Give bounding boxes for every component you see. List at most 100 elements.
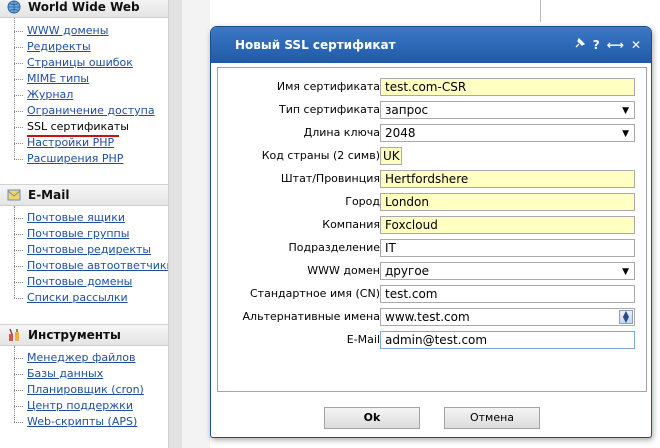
pin-icon[interactable] xyxy=(574,37,586,52)
sidebar-item-label[interactable]: Настройки PHP xyxy=(27,136,114,149)
sidebar-item-label[interactable]: Журнал xyxy=(27,88,73,101)
cert-name-input[interactable]: test.com-CSR xyxy=(380,78,635,96)
cancel-button[interactable]: Отмена xyxy=(444,407,540,429)
cert-type-select[interactable]: запрос ▼ xyxy=(380,101,635,119)
chevron-down-icon: ▼ xyxy=(622,129,629,139)
sidebar: World Wide Web WWW домены Редиректы Стра… xyxy=(0,0,174,448)
sidebar-item-databases[interactable]: Базы данных xyxy=(14,366,168,382)
form-row-cert-type: Тип сертификата запрос ▼ xyxy=(218,101,646,119)
sidebar-item-label[interactable]: SSL сертификаты xyxy=(27,120,129,133)
chevron-down-icon: ▼ xyxy=(622,106,629,116)
sidebar-item-ssl-certificates[interactable]: SSL сертификаты xyxy=(14,119,168,137)
sidebar-item-label[interactable]: Списки рассылки xyxy=(27,291,128,304)
sidebar-item-redirects[interactable]: Редиректы xyxy=(14,39,168,55)
sidebar-section-header-www[interactable]: World Wide Web xyxy=(0,0,168,18)
common-name-input[interactable]: test.com xyxy=(380,285,635,303)
sidebar-item-cron[interactable]: Планировщик (cron) xyxy=(14,382,168,398)
field-label: Город xyxy=(345,195,380,208)
sidebar-item-error-pages[interactable]: Страницы ошибок xyxy=(14,55,168,71)
field-label: Альтернативные имена xyxy=(242,310,380,323)
field-label: WWW домен xyxy=(307,264,380,277)
sidebar-item-label[interactable]: Редиректы xyxy=(27,40,91,53)
sidebar-item-journal[interactable]: Журнал xyxy=(14,87,168,103)
sidebar-item-mailboxes[interactable]: Почтовые ящики xyxy=(14,210,168,226)
key-length-select[interactable]: 2048 ▼ xyxy=(380,124,635,142)
sidebar-item-label[interactable]: Базы данных xyxy=(27,367,103,380)
department-input[interactable]: IT xyxy=(380,239,635,257)
sidebar-item-label[interactable]: Планировщик (cron) xyxy=(27,383,144,396)
sidebar-item-label[interactable]: Почтовые домены xyxy=(27,275,132,288)
form-row-cert-name: Имя сертификата test.com-CSR xyxy=(218,78,646,96)
sidebar-section-tools: Инструменты Менеджер файлов Базы данных … xyxy=(0,324,168,430)
tools-icon xyxy=(6,327,22,343)
chevron-down-icon: ▼ xyxy=(622,267,629,277)
sidebar-item-label[interactable]: Web-скрипты (APS) xyxy=(27,415,137,428)
form-row-alt-names: Альтернативные имена www.test.com ▲ ▼ xyxy=(218,308,646,326)
sidebar-item-label[interactable]: Ограничение доступа xyxy=(27,104,155,117)
resize-icon[interactable]: ⟷ xyxy=(607,38,624,52)
sidebar-item-support-center[interactable]: Центр поддержки xyxy=(14,398,168,414)
state-input[interactable]: Hertfordshere xyxy=(380,170,635,188)
dialog-header[interactable]: Новый SSL сертификат ? ⟷ ✕ xyxy=(211,27,651,63)
field-label: Компания xyxy=(322,218,380,231)
select-value: запрос xyxy=(385,103,429,117)
form-row-common-name: Стандартное имя (CN) test.com xyxy=(218,285,646,303)
city-input[interactable]: London xyxy=(380,193,635,211)
email-input[interactable]: admin@test.com xyxy=(380,331,635,349)
alt-names-input[interactable]: www.test.com ▲ ▼ xyxy=(380,308,635,326)
sidebar-item-label[interactable]: Почтовые группы xyxy=(27,227,129,240)
sidebar-item-php-extensions[interactable]: Расширения PHP xyxy=(14,151,168,167)
company-input[interactable]: Foxcloud xyxy=(380,216,635,234)
sidebar-item-mail-domains[interactable]: Почтовые домены xyxy=(14,274,168,290)
sidebar-section-www: World Wide Web WWW домены Редиректы Стра… xyxy=(0,0,168,167)
sidebar-item-label[interactable]: Менеджер файлов xyxy=(27,351,136,364)
sidebar-section-title: World Wide Web xyxy=(28,0,140,14)
sidebar-item-mime-types[interactable]: MIME типы xyxy=(14,71,168,87)
sidebar-item-label[interactable]: Почтовые автоответчики xyxy=(27,259,174,272)
www-domain-select[interactable]: другое ▼ xyxy=(380,262,635,280)
sidebar-section-header-email[interactable]: E-Mail xyxy=(0,184,168,206)
form-row-city: Город London xyxy=(218,193,646,211)
help-icon[interactable]: ? xyxy=(593,38,600,52)
close-icon[interactable]: ✕ xyxy=(631,38,641,52)
sidebar-item-mail-groups[interactable]: Почтовые группы xyxy=(14,226,168,242)
sidebar-item-label[interactable]: Центр поддержки xyxy=(27,399,133,412)
expand-spinner-icon[interactable]: ▲ ▼ xyxy=(619,310,633,324)
country-code-input[interactable]: UK xyxy=(380,147,402,165)
sidebar-item-mail-redirects[interactable]: Почтовые редиректы xyxy=(14,242,168,258)
alt-names-value: www.test.com xyxy=(385,310,470,324)
form-row-key-length: Длина ключа 2048 ▼ xyxy=(218,124,646,142)
select-value: 2048 xyxy=(385,126,416,140)
sidebar-item-web-scripts[interactable]: Web-скрипты (APS) xyxy=(14,414,168,430)
sidebar-item-label[interactable]: Расширения PHP xyxy=(27,152,123,165)
sidebar-section-email: E-Mail Почтовые ящики Почтовые группы По… xyxy=(0,184,174,306)
globe-icon xyxy=(6,0,22,15)
sidebar-item-label[interactable]: Почтовые редиректы xyxy=(27,243,151,256)
sidebar-splitter[interactable] xyxy=(168,0,182,448)
sidebar-item-www-domains[interactable]: WWW домены xyxy=(14,23,168,39)
ok-button[interactable]: Ok xyxy=(324,407,420,429)
sidebar-section-title: Инструменты xyxy=(28,328,121,342)
select-value: другое xyxy=(385,264,430,278)
sidebar-item-label[interactable]: WWW домены xyxy=(27,24,108,37)
sidebar-item-mailing-lists[interactable]: Списки рассылки xyxy=(14,290,168,306)
form-row-www-domain: WWW домен другое ▼ xyxy=(218,262,646,280)
sidebar-item-autoresponders[interactable]: Почтовые автоответчики xyxy=(14,258,174,274)
sidebar-item-access-restriction[interactable]: Ограничение доступа xyxy=(14,103,168,119)
form-row-email: E-Mail admin@test.com xyxy=(218,331,646,349)
dialog-toolbar: ? ⟷ ✕ xyxy=(574,37,641,52)
field-label: Имя сертификата xyxy=(276,80,380,93)
new-ssl-certificate-dialog: Новый SSL сертификат ? ⟷ ✕ Имя сертифика… xyxy=(210,26,652,438)
sidebar-item-label[interactable]: Страницы ошибок xyxy=(27,56,133,69)
field-label: Стандартное имя (CN) xyxy=(250,287,380,300)
envelope-icon xyxy=(6,187,22,203)
sidebar-item-php-settings[interactable]: Настройки PHP xyxy=(14,135,168,151)
sidebar-item-file-manager[interactable]: Менеджер файлов xyxy=(14,350,168,366)
field-label: Штат/Провинция xyxy=(280,172,380,185)
dialog-form: Имя сертификата test.com-CSR Тип сертифи… xyxy=(217,67,647,392)
sidebar-section-header-tools[interactable]: Инструменты xyxy=(0,324,168,346)
sidebar-item-label[interactable]: MIME типы xyxy=(27,72,89,85)
sidebar-item-label[interactable]: Почтовые ящики xyxy=(27,211,125,224)
form-row-company: Компания Foxcloud xyxy=(218,216,646,234)
field-label: Код страны (2 симв) xyxy=(261,149,380,162)
